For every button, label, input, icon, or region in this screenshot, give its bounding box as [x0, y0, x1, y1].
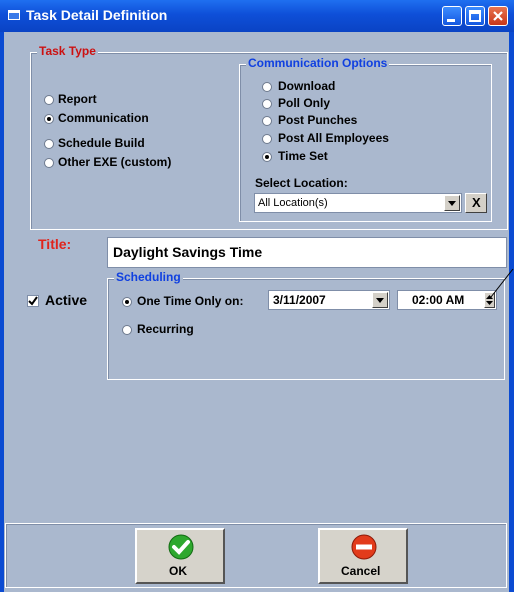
chevron-down-icon [448, 201, 456, 206]
task-detail-window: Task Detail Definition Task Type Report … [0, 0, 514, 592]
select-location-label: Select Location: [255, 176, 348, 190]
title-bar[interactable]: Task Detail Definition [0, 0, 514, 32]
maximize-icon [469, 10, 481, 22]
label-post-all-employees: Post All Employees [278, 131, 389, 145]
radio-post-punches[interactable] [262, 116, 272, 126]
chevron-down-icon [376, 298, 384, 303]
date-dropdown-button[interactable] [372, 292, 388, 308]
radio-report[interactable] [44, 95, 54, 105]
radio-post-all-employees[interactable] [262, 134, 272, 144]
title-input-value: Daylight Savings Time [113, 244, 263, 260]
label-one-time: One Time Only on: [137, 294, 244, 308]
radio-time-set[interactable] [262, 152, 272, 162]
location-select-value: All Location(s) [258, 197, 328, 209]
clear-location-button[interactable]: X [465, 193, 487, 213]
clear-location-label: X [472, 195, 481, 210]
window-border-left [0, 32, 4, 592]
ok-button[interactable]: OK [135, 528, 225, 584]
cancel-button[interactable]: Cancel [318, 528, 408, 584]
ok-label: OK [169, 564, 187, 578]
close-icon [493, 11, 503, 21]
title-input[interactable]: Daylight Savings Time [107, 237, 507, 268]
label-download: Download [278, 79, 336, 93]
label-communication: Communication [58, 111, 149, 125]
window-title: Task Detail Definition [26, 7, 168, 23]
time-value: 02:00 AM [412, 293, 465, 307]
radio-other-exe[interactable] [44, 158, 54, 168]
checkmark-icon [28, 296, 38, 306]
location-dropdown-button[interactable] [444, 195, 460, 211]
title-label: Title: [38, 236, 72, 252]
callout-line [490, 268, 514, 298]
ok-check-icon [168, 534, 194, 560]
app-icon [8, 10, 20, 20]
date-picker[interactable]: 3/11/2007 [268, 290, 390, 310]
date-value: 3/11/2007 [273, 293, 326, 307]
cancel-stop-icon [351, 534, 377, 560]
radio-recurring[interactable] [122, 325, 132, 335]
label-report: Report [58, 92, 97, 106]
window-border-right [509, 32, 514, 592]
label-recurring: Recurring [137, 322, 194, 336]
time-input[interactable]: 02:00 AM [397, 290, 497, 310]
radio-schedule-build[interactable] [44, 139, 54, 149]
active-label: Active [45, 292, 88, 308]
minimize-button[interactable] [442, 6, 462, 26]
radio-communication[interactable] [44, 114, 54, 124]
label-time-set: Time Set [278, 149, 328, 163]
scheduling-legend: Scheduling [114, 270, 183, 284]
radio-poll-only[interactable] [262, 99, 272, 109]
communication-options-legend: Communication Options [246, 56, 390, 70]
label-other-exe: Other EXE (custom) [58, 155, 172, 169]
button-panel [5, 523, 507, 588]
label-poll-only: Poll Only [278, 96, 331, 110]
close-button[interactable] [488, 6, 508, 26]
cancel-label: Cancel [341, 564, 381, 578]
location-select[interactable]: All Location(s) [254, 193, 462, 213]
task-type-legend: Task Type [37, 44, 98, 58]
minimize-icon [447, 19, 455, 22]
radio-download[interactable] [262, 82, 272, 92]
active-checkbox[interactable] [27, 295, 39, 307]
maximize-button[interactable] [465, 6, 485, 26]
label-schedule-build: Schedule Build [58, 136, 145, 150]
label-post-punches: Post Punches [278, 113, 358, 127]
radio-one-time[interactable] [122, 297, 132, 307]
